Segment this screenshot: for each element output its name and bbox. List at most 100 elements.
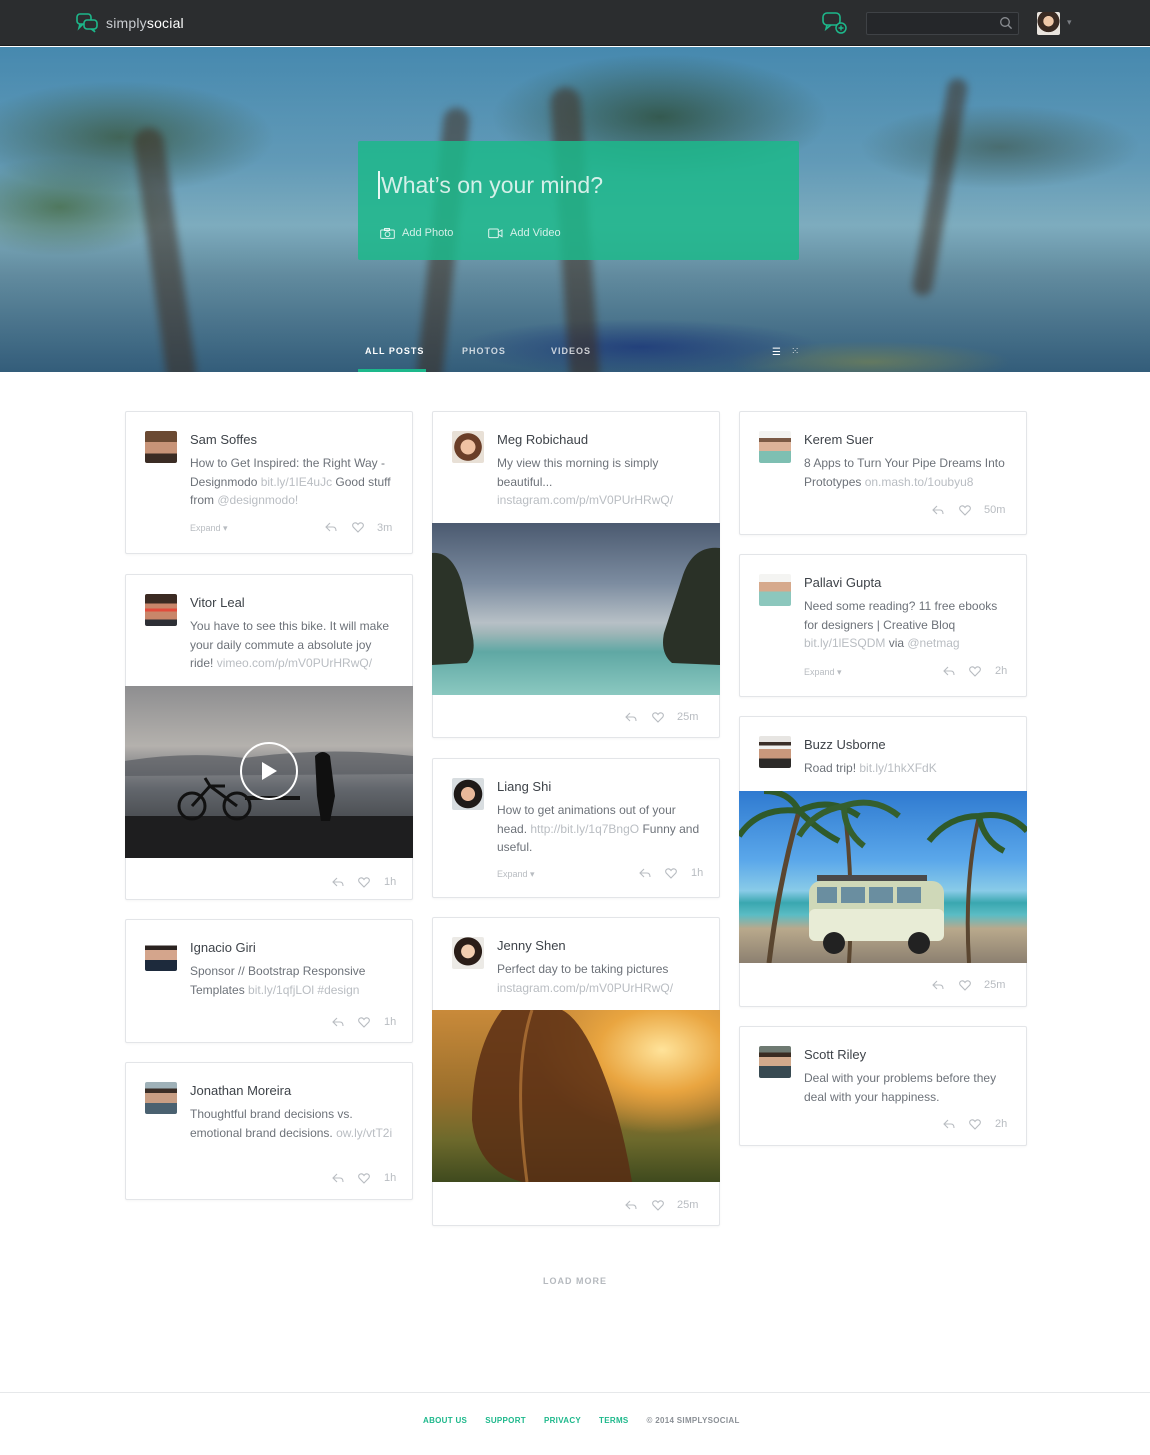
- avatar[interactable]: [759, 574, 791, 606]
- tab-photos[interactable]: PHOTOS: [462, 346, 506, 356]
- heart-icon[interactable]: [652, 1200, 664, 1211]
- avatar[interactable]: [759, 736, 791, 768]
- footer-privacy-link[interactable]: PRIVACY: [544, 1416, 581, 1425]
- post-author[interactable]: Meg Robichaud: [497, 432, 588, 447]
- brand-logo[interactable]: simplysocial: [76, 13, 184, 33]
- post-card: Jonathan Moreira Thoughtful brand decisi…: [125, 1062, 413, 1200]
- post-author[interactable]: Kerem Suer: [804, 432, 873, 447]
- post-photo[interactable]: [739, 791, 1027, 963]
- footer-terms-link[interactable]: TERMS: [599, 1416, 629, 1425]
- reply-icon[interactable]: [325, 522, 337, 532]
- play-button[interactable]: [240, 742, 298, 800]
- tab-all-posts[interactable]: ALL POSTS: [365, 346, 424, 356]
- add-video-button[interactable]: Add Video: [488, 227, 561, 239]
- post-author[interactable]: Jonathan Moreira: [190, 1083, 291, 1098]
- avatar[interactable]: [145, 1082, 177, 1114]
- grid-view-icon[interactable]: ⁙: [791, 346, 799, 357]
- heart-icon[interactable]: [352, 522, 364, 533]
- post-card: Buzz Usborne Road trip! bit.ly/1hkXFdK 2…: [739, 716, 1027, 1007]
- reply-icon[interactable]: [943, 1119, 955, 1129]
- post-link[interactable]: instagram.com/p/mV0PUrHRwQ/: [497, 493, 673, 507]
- camera-icon: [380, 227, 395, 239]
- post-card: Ignacio Giri Sponsor // Bootstrap Respon…: [125, 919, 413, 1043]
- mention-link[interactable]: @netmag: [907, 636, 959, 650]
- status-input[interactable]: What’s on your mind?: [378, 171, 603, 199]
- expand-button[interactable]: Expand ▾: [804, 667, 842, 678]
- post-author[interactable]: Jenny Shen: [497, 938, 566, 953]
- post-time: 2h: [995, 665, 1008, 677]
- reply-icon[interactable]: [943, 666, 955, 676]
- avatar[interactable]: [145, 431, 177, 463]
- top-navbar: simplysocial ▾: [0, 0, 1150, 46]
- expand-button[interactable]: Expand ▾: [497, 869, 535, 880]
- post-photo[interactable]: [432, 523, 720, 695]
- new-message-icon[interactable]: [822, 12, 848, 39]
- post-link[interactable]: bit.ly/1hkXFdK: [859, 761, 936, 775]
- post-link[interactable]: bit.ly/1IE4uJc: [261, 475, 332, 489]
- heart-icon[interactable]: [959, 505, 971, 516]
- mention-link[interactable]: @designmodo!: [217, 493, 298, 507]
- avatar[interactable]: [452, 937, 484, 969]
- post-photo[interactable]: [432, 1010, 720, 1182]
- reply-icon[interactable]: [332, 1017, 344, 1027]
- post-text: How to get animations out of your head. …: [497, 803, 700, 854]
- post-author[interactable]: Scott Riley: [804, 1047, 866, 1062]
- post-link[interactable]: bit.ly/1qfjLOl #design: [248, 983, 359, 997]
- post-text: Perfect day to be taking pictures instag…: [497, 962, 674, 995]
- avatar[interactable]: [145, 939, 177, 971]
- post-author[interactable]: Pallavi Gupta: [804, 575, 881, 590]
- hero-banner: What’s on your mind? Add Photo Add Video…: [0, 47, 1150, 372]
- post-card: Meg Robichaud My view this morning is si…: [432, 411, 720, 738]
- post-text: Deal with your problems before they deal…: [804, 1071, 997, 1104]
- post-link[interactable]: ow.ly/vtT2i: [336, 1126, 392, 1140]
- heart-icon[interactable]: [358, 1173, 370, 1184]
- post-text: Road trip! bit.ly/1hkXFdK: [804, 761, 937, 775]
- reply-icon[interactable]: [625, 712, 637, 722]
- avatar[interactable]: [759, 431, 791, 463]
- post-author[interactable]: Sam Soffes: [190, 432, 257, 447]
- reply-icon[interactable]: [639, 868, 651, 878]
- avatar[interactable]: [452, 778, 484, 810]
- heart-icon[interactable]: [358, 877, 370, 888]
- post-link[interactable]: on.mash.to/1oubyu8: [865, 475, 974, 489]
- heart-icon[interactable]: [665, 868, 677, 879]
- video-thumbnail[interactable]: [125, 686, 413, 858]
- search-icon[interactable]: [999, 16, 1013, 30]
- heart-icon[interactable]: [652, 712, 664, 723]
- search-input[interactable]: [867, 13, 995, 34]
- reply-icon[interactable]: [625, 1200, 637, 1210]
- post-text: How to Get Inspired: the Right Way - Des…: [190, 456, 391, 507]
- reply-icon[interactable]: [332, 877, 344, 887]
- post-time: 25m: [984, 979, 1006, 991]
- heart-icon[interactable]: [358, 1017, 370, 1028]
- footer-about-link[interactable]: ABOUT US: [423, 1416, 467, 1425]
- list-view-icon[interactable]: ☰: [772, 347, 781, 358]
- post-link[interactable]: http://bit.ly/1q7BngO: [530, 822, 639, 836]
- post-link[interactable]: vimeo.com/p/mV0PUrHRwQ/: [217, 656, 372, 670]
- footer-support-link[interactable]: SUPPORT: [485, 1416, 526, 1425]
- post-author[interactable]: Buzz Usborne: [804, 737, 886, 752]
- reply-icon[interactable]: [932, 505, 944, 515]
- post-author[interactable]: Vitor Leal: [190, 595, 245, 610]
- heart-icon[interactable]: [969, 1119, 981, 1130]
- post-time: 1h: [384, 876, 397, 888]
- add-photo-button[interactable]: Add Photo: [380, 227, 453, 239]
- tab-videos[interactable]: VIDEOS: [551, 346, 591, 356]
- heart-icon[interactable]: [969, 666, 981, 677]
- chevron-down-icon[interactable]: ▾: [1067, 17, 1072, 28]
- load-more-button[interactable]: LOAD MORE: [0, 1276, 1150, 1286]
- heart-icon[interactable]: [959, 980, 971, 991]
- reply-icon[interactable]: [932, 980, 944, 990]
- avatar[interactable]: [759, 1046, 791, 1078]
- expand-button[interactable]: Expand ▾: [190, 523, 228, 534]
- post-author[interactable]: Liang Shi: [497, 779, 551, 794]
- avatar[interactable]: [452, 431, 484, 463]
- post-link[interactable]: instagram.com/p/mV0PUrHRwQ/: [497, 981, 673, 995]
- post-link[interactable]: bit.ly/1lESQDM: [804, 636, 885, 650]
- post-author[interactable]: Ignacio Giri: [190, 940, 256, 955]
- post-time: 1h: [384, 1016, 397, 1028]
- user-avatar[interactable]: [1037, 12, 1060, 35]
- avatar[interactable]: [145, 594, 177, 626]
- post-text: 8 Apps to Turn Your Pipe Dreams Into Pro…: [804, 456, 1005, 489]
- reply-icon[interactable]: [332, 1173, 344, 1183]
